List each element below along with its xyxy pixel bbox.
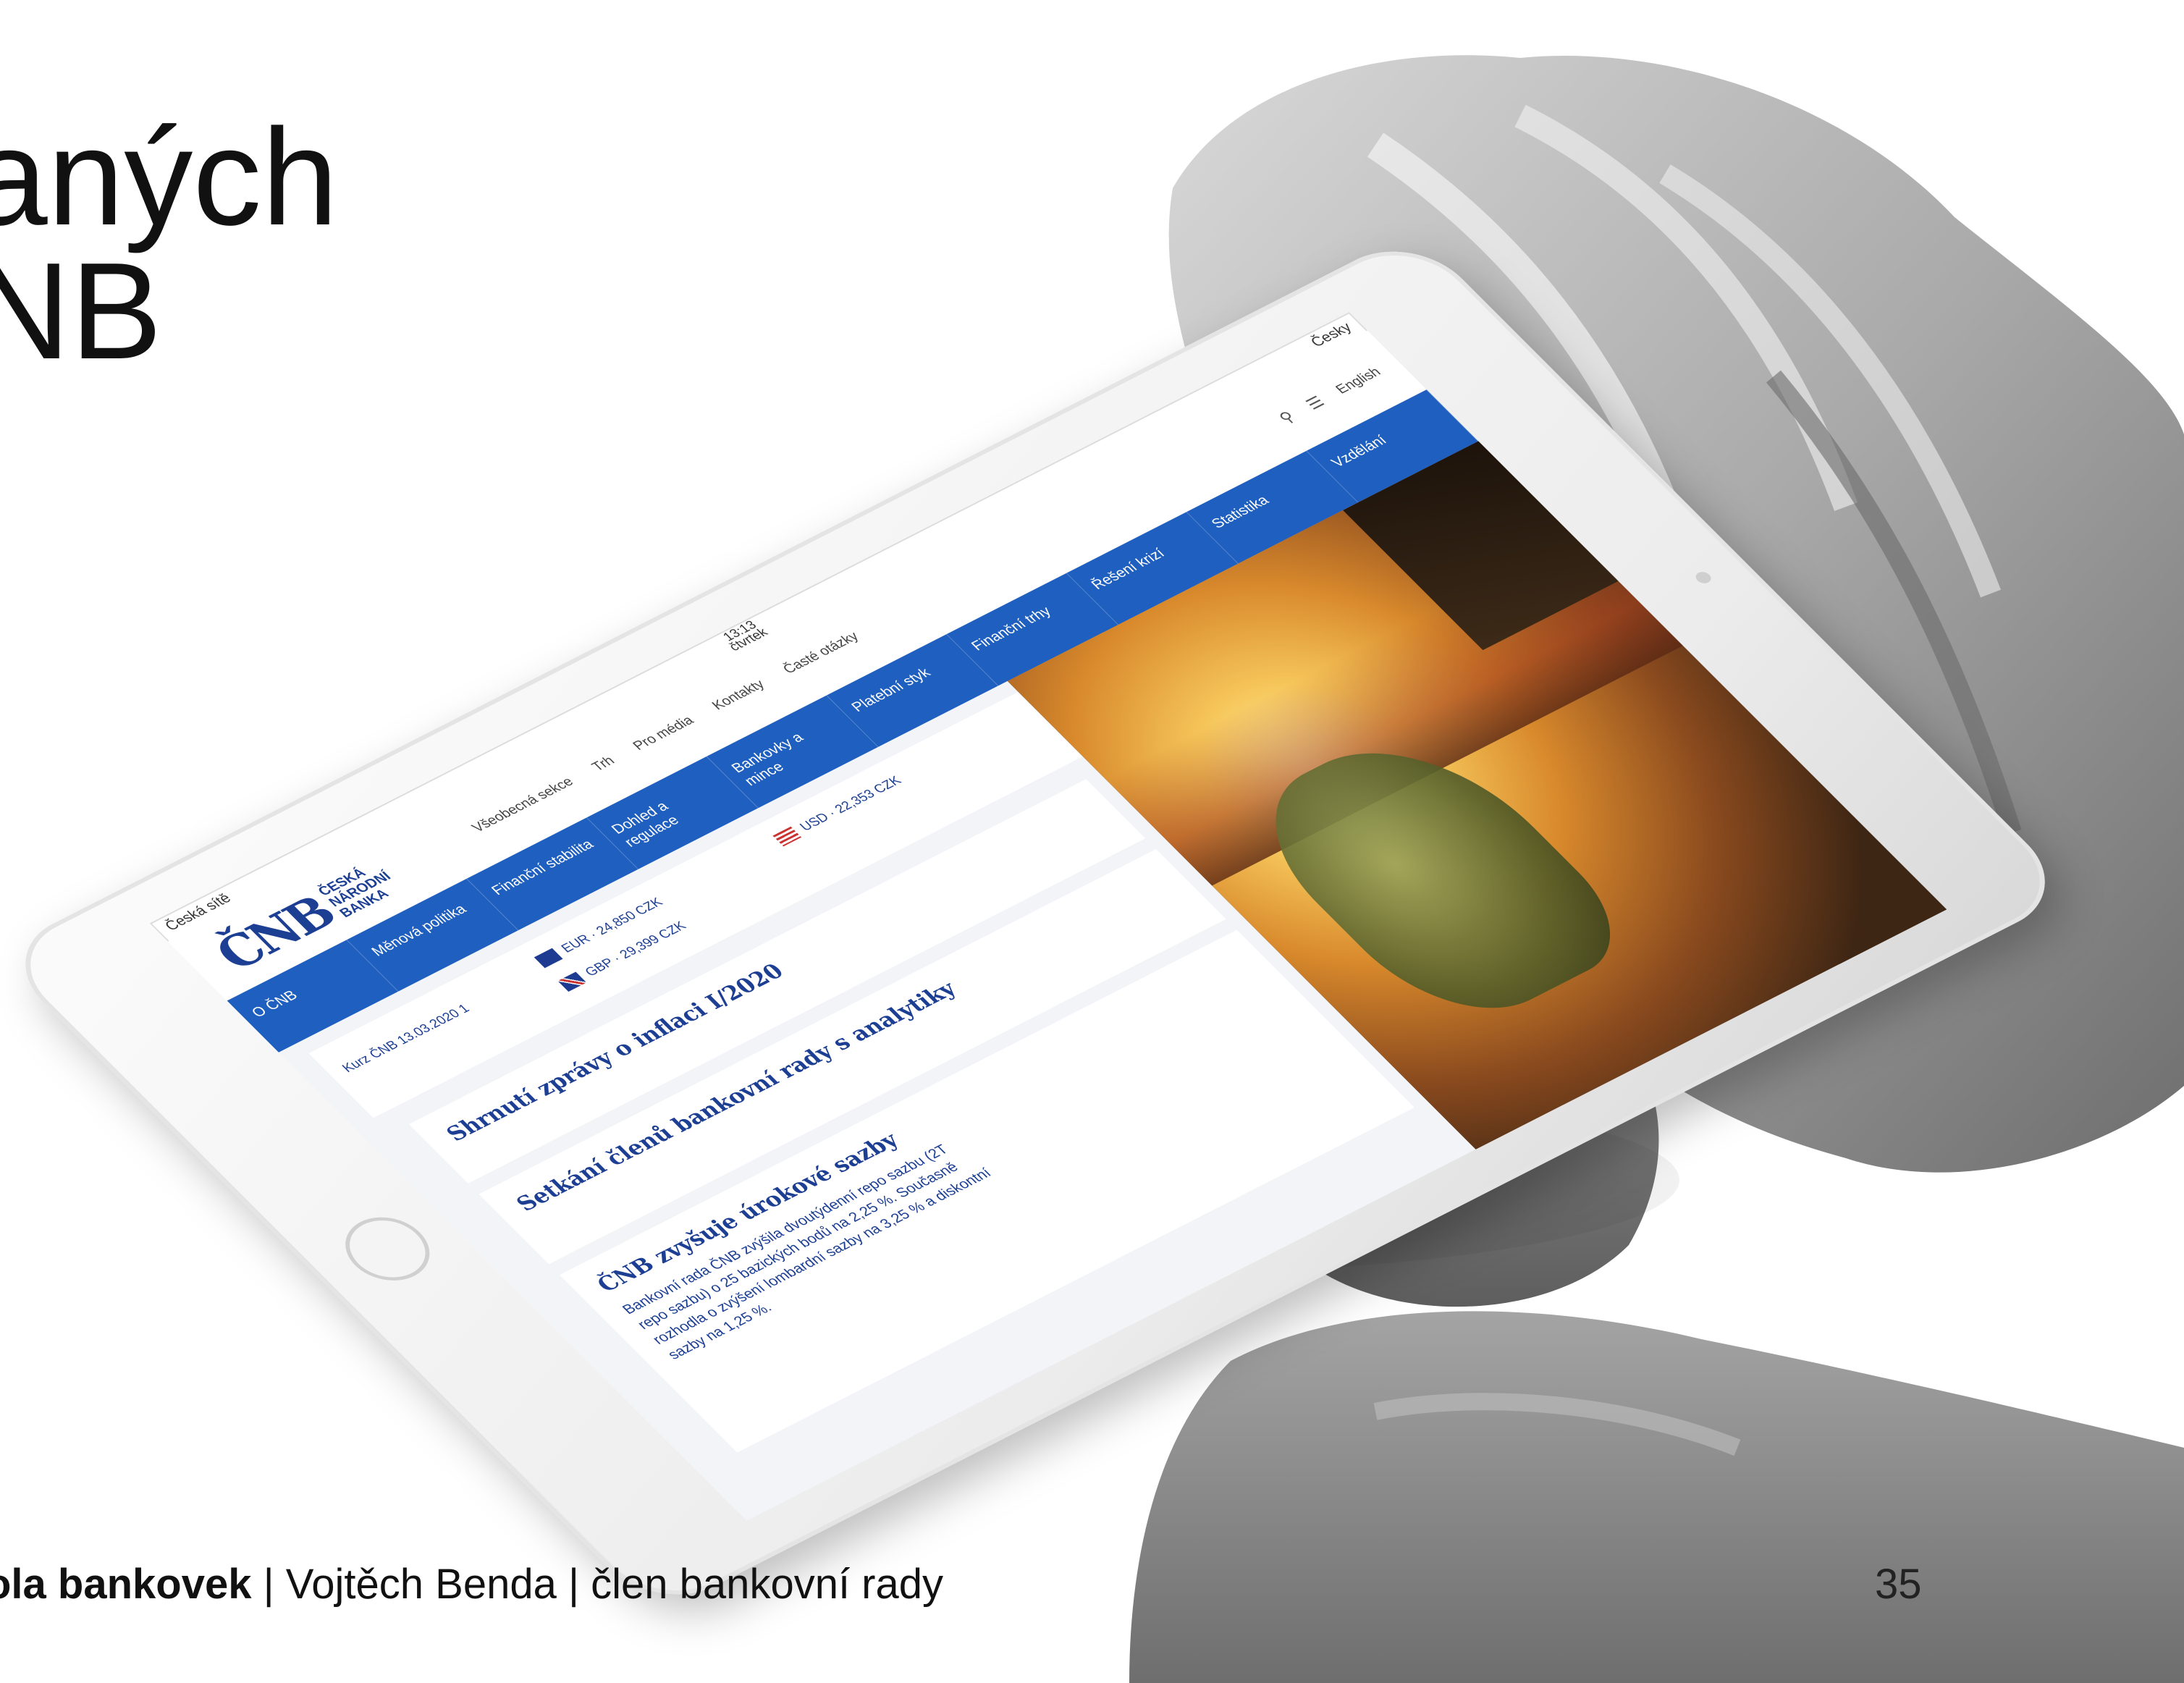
menu-icon[interactable]: ☰ (1302, 393, 1329, 413)
footer-bold: ola bankovek (0, 1561, 252, 1608)
us-flag-icon (772, 826, 801, 846)
rate-row-gbp: GBP · 29,399 CZK (557, 919, 690, 992)
search-icon[interactable]: ⚲ (1275, 408, 1299, 428)
rate-usd-value: USD · 22,353 CZK (796, 773, 905, 834)
header-tools: ⚲ ☰ English (1275, 364, 1386, 428)
top-link[interactable]: Časté otázky (780, 629, 862, 677)
tablet-screen: Česká sítě 13:13 čtvrtek Česky ČNB ČESKÁ… (149, 312, 1947, 1521)
page-number: 35 (1875, 1561, 1922, 1608)
language-link[interactable]: English (1333, 365, 1385, 397)
home-button[interactable] (328, 1205, 447, 1293)
tablet-mockup: Česká sítě 13:13 čtvrtek Česky ČNB ČESKÁ… (0, 0, 2184, 1683)
camera-icon (1692, 570, 1714, 586)
eu-flag-icon (534, 948, 563, 968)
top-link[interactable]: Pro média (630, 714, 698, 754)
footer-text: ola bankovek | Vojtěch Benda | člen bank… (0, 1560, 943, 1608)
top-link[interactable]: Kontakty (709, 678, 768, 714)
top-link[interactable]: Trh (589, 754, 618, 775)
footer-rest: | Vojtěch Benda | člen bankovní rady (251, 1561, 944, 1608)
top-link[interactable]: Všeobecná sekce (469, 775, 578, 835)
slide: aných NB Česká sítě 13:13 čtvrtek Česky … (0, 0, 2184, 1683)
tablet-device: Česká sítě 13:13 čtvrtek Česky ČNB ČESKÁ… (0, 230, 2076, 1616)
uk-flag-icon (557, 971, 586, 992)
